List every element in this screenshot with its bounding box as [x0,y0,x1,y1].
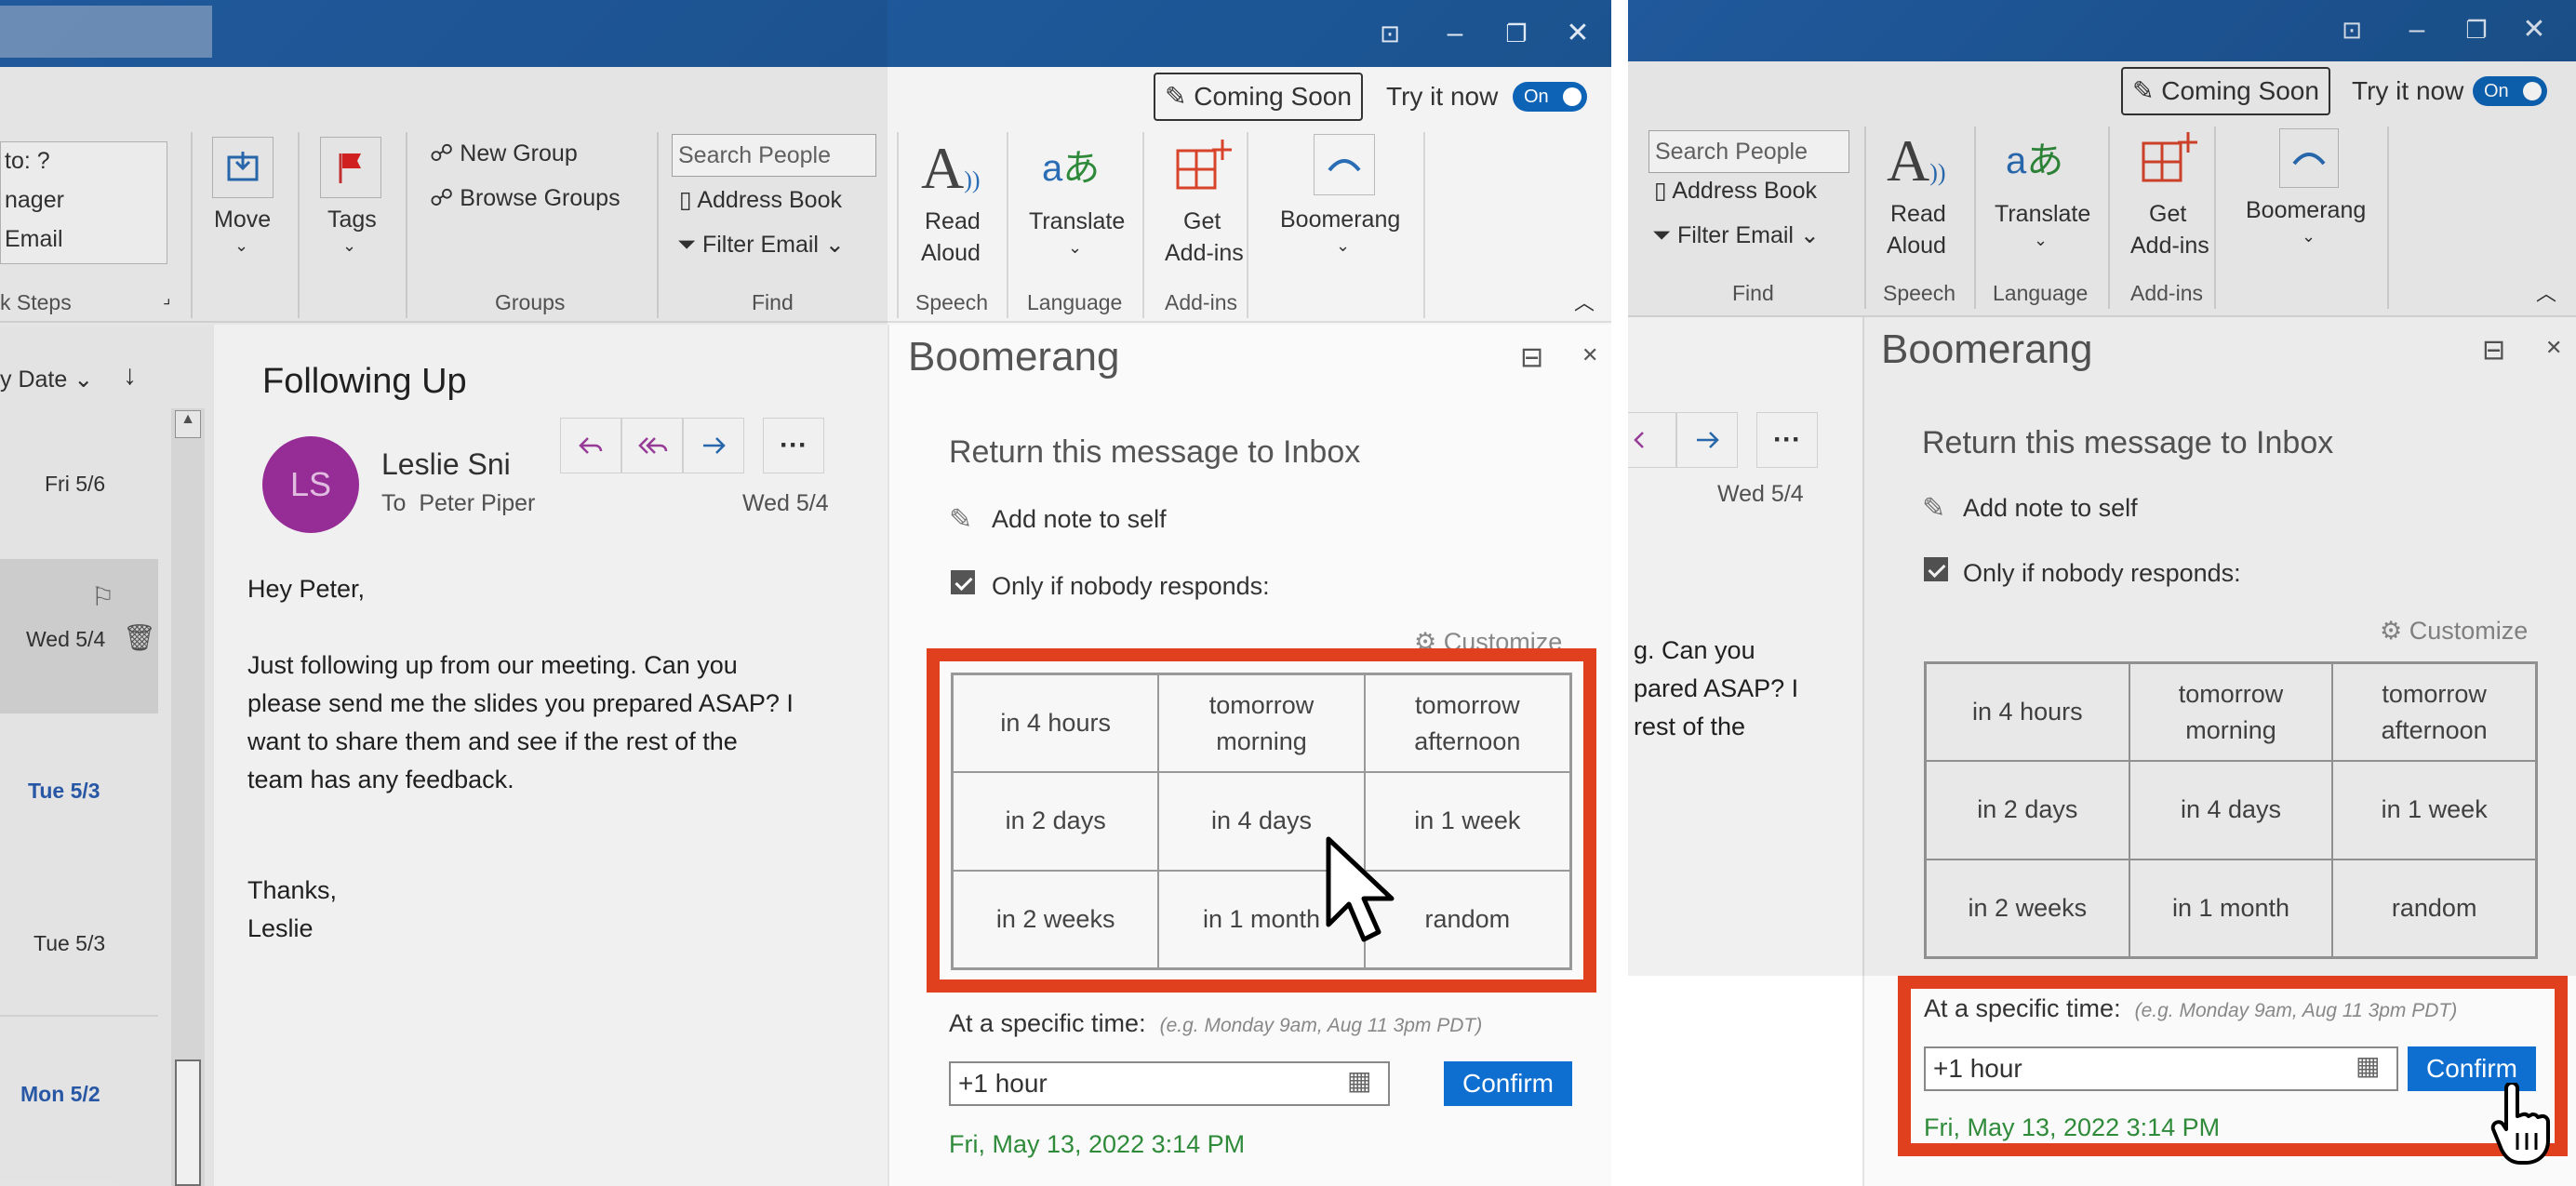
get-addins-button-line2[interactable]: Add-ins [1165,240,1244,267]
try-it-now-label: Try it now [1386,82,1499,111]
minimize-icon[interactable]: – [1435,13,1475,54]
magic-wand-icon: ✎ [1165,82,1187,111]
ribbon-separator [1247,132,1248,318]
boomerang-pane: Boomerang ⊟ ✕ Return this message to Inb… [888,325,1611,1186]
calendar-icon[interactable]: ▦ [1347,1065,1371,1096]
boomerang-icon[interactable] [1314,134,1375,195]
dim-overlay [1628,0,2576,976]
close-icon[interactable]: ✕ [1557,13,1598,54]
add-note-link[interactable]: Add note to self [992,505,1167,534]
right-screenshot: ⊡ – ❐ ✕ ✎ Coming Soon Try it now On Sear… [1628,0,2576,1186]
restore-icon[interactable]: ❐ [1496,13,1537,54]
try-it-now-toggle[interactable]: On [1513,82,1587,112]
chevron-down-icon: ⌄ [1336,236,1351,255]
hand-pointer-icon [2490,1083,2550,1165]
pin-icon[interactable]: ⊟ [1520,341,1543,374]
ribbon-separator [1142,132,1144,318]
computed-return-date: Fri, May 13, 2022 3:14 PM [949,1130,1246,1158]
specific-time-input[interactable]: +1 hour [1924,1046,2398,1091]
speech-group-label: Speech [915,290,989,314]
ribbon-display-icon[interactable]: ⊡ [1369,13,1410,54]
chevron-down-icon: ⌄ [1068,238,1083,257]
highlight-box [927,648,1596,993]
calendar-icon[interactable]: ▦ [2356,1050,2380,1081]
get-addins-icon[interactable] [1174,138,1232,195]
only-if-nobody-responds-checkbox[interactable] [951,570,975,594]
language-group-label: Language [1027,290,1123,314]
boomerang-title: Boomerang [908,334,1120,380]
translate-button[interactable]: Translate [1029,208,1125,235]
specific-time-label: At a specific time: (e.g. Monday 9am, Au… [1924,994,2458,1022]
confirm-button[interactable]: Confirm [1444,1061,1572,1106]
read-aloud-button[interactable]: Read [925,208,981,235]
left-screenshot: ⊡ – ❐ ✕ ✎ Coming Soon Try it now On to: … [0,0,1611,1186]
return-to-inbox-label: Return this message to Inbox [949,434,1361,470]
panel-divider [1611,0,1628,1186]
read-aloud-icon[interactable]: A)) [921,134,981,203]
ribbon-separator [1007,132,1008,318]
boomerang-button[interactable]: Boomerang [1280,207,1400,233]
close-pane-icon[interactable]: ✕ [1582,343,1598,367]
specific-time-input[interactable]: +1 hour [949,1061,1390,1106]
mouse-pointer-icon [1326,836,1395,942]
dim-overlay [0,0,888,1186]
computed-return-date: Fri, May 13, 2022 3:14 PM [1924,1113,2221,1141]
get-addins-button[interactable]: Get [1183,208,1221,235]
ribbon-separator [1423,132,1425,318]
specific-time-label: At a specific time: (e.g. Monday 9am, Au… [949,1009,1483,1037]
translate-icon[interactable]: aあ [1042,138,1100,192]
read-aloud-button-line2[interactable]: Aloud [921,240,981,267]
addins-group-label: Add-ins [1165,290,1237,314]
collapse-ribbon-icon[interactable]: ︿ [1574,287,1595,316]
note-icon[interactable]: ✎ [949,503,972,536]
only-if-nobody-responds-label: Only if nobody responds: [992,572,1270,600]
ribbon-separator [897,132,899,318]
coming-soon-button[interactable]: ✎ Coming Soon [1154,73,1363,121]
